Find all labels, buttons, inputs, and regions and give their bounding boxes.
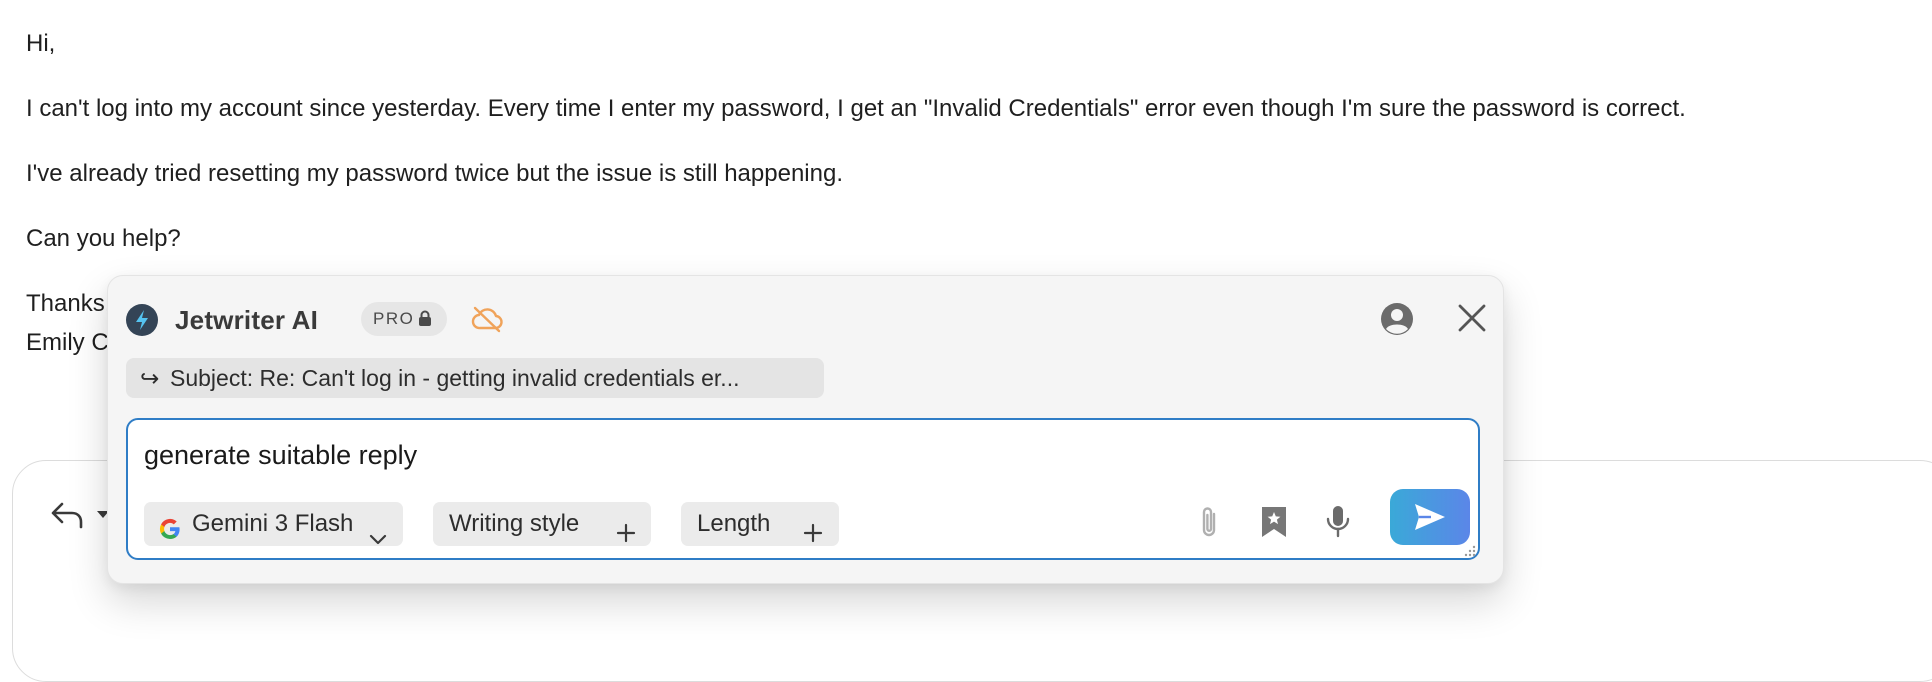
paperclip-icon[interactable] bbox=[1196, 504, 1222, 545]
resize-handle-icon[interactable] bbox=[1464, 544, 1476, 562]
chevron-down-icon bbox=[369, 517, 387, 561]
google-icon bbox=[158, 512, 182, 556]
email-signoff: Thanks, bbox=[26, 290, 112, 317]
lock-icon bbox=[419, 310, 431, 326]
writing-style-button[interactable]: Writing style bbox=[433, 502, 651, 546]
panel-header: Jetwriter AI PRO bbox=[126, 300, 1487, 342]
cloud-off-icon[interactable] bbox=[471, 304, 503, 339]
prompt-input[interactable]: generate suitable reply Gemini 3 Flash W… bbox=[126, 418, 1480, 560]
subject-text: Subject: Re: Can't log in - getting inva… bbox=[170, 365, 740, 391]
plus-icon bbox=[616, 514, 636, 558]
writing-style-label: Writing style bbox=[449, 510, 580, 537]
prompt-text[interactable]: generate suitable reply bbox=[144, 438, 417, 472]
jetwriter-panel: Jetwriter AI PRO ↪ Subject: Re: Can't lo… bbox=[107, 275, 1504, 584]
jetwriter-logo-icon bbox=[126, 304, 158, 336]
pro-badge[interactable]: PRO bbox=[361, 302, 447, 336]
send-icon bbox=[1415, 504, 1445, 530]
length-label: Length bbox=[697, 510, 771, 537]
email-paragraph: Can you help? bbox=[26, 225, 181, 252]
bookmark-star-icon[interactable] bbox=[1259, 504, 1289, 545]
email-paragraph: I've already tried resetting my password… bbox=[26, 160, 843, 187]
reply-arrow-icon: ↪ bbox=[140, 365, 160, 391]
reply-icon[interactable] bbox=[50, 500, 84, 535]
email-paragraph: I can't log into my account since yester… bbox=[26, 95, 1686, 122]
subject-context-chip[interactable]: ↪ Subject: Re: Can't log in - getting in… bbox=[126, 358, 824, 398]
account-circle-icon[interactable] bbox=[1379, 301, 1415, 342]
model-selector[interactable]: Gemini 3 Flash bbox=[144, 502, 403, 546]
microphone-icon[interactable] bbox=[1324, 504, 1352, 545]
send-button[interactable] bbox=[1390, 489, 1470, 545]
pro-badge-label: PRO bbox=[373, 309, 415, 328]
length-button[interactable]: Length bbox=[681, 502, 839, 546]
brand-name: Jetwriter AI bbox=[175, 305, 319, 335]
email-greeting: Hi, bbox=[26, 30, 56, 57]
model-label: Gemini 3 Flash bbox=[192, 510, 354, 537]
close-icon[interactable] bbox=[1457, 303, 1487, 338]
email-signature: Emily C bbox=[26, 329, 109, 356]
plus-icon bbox=[803, 514, 823, 558]
